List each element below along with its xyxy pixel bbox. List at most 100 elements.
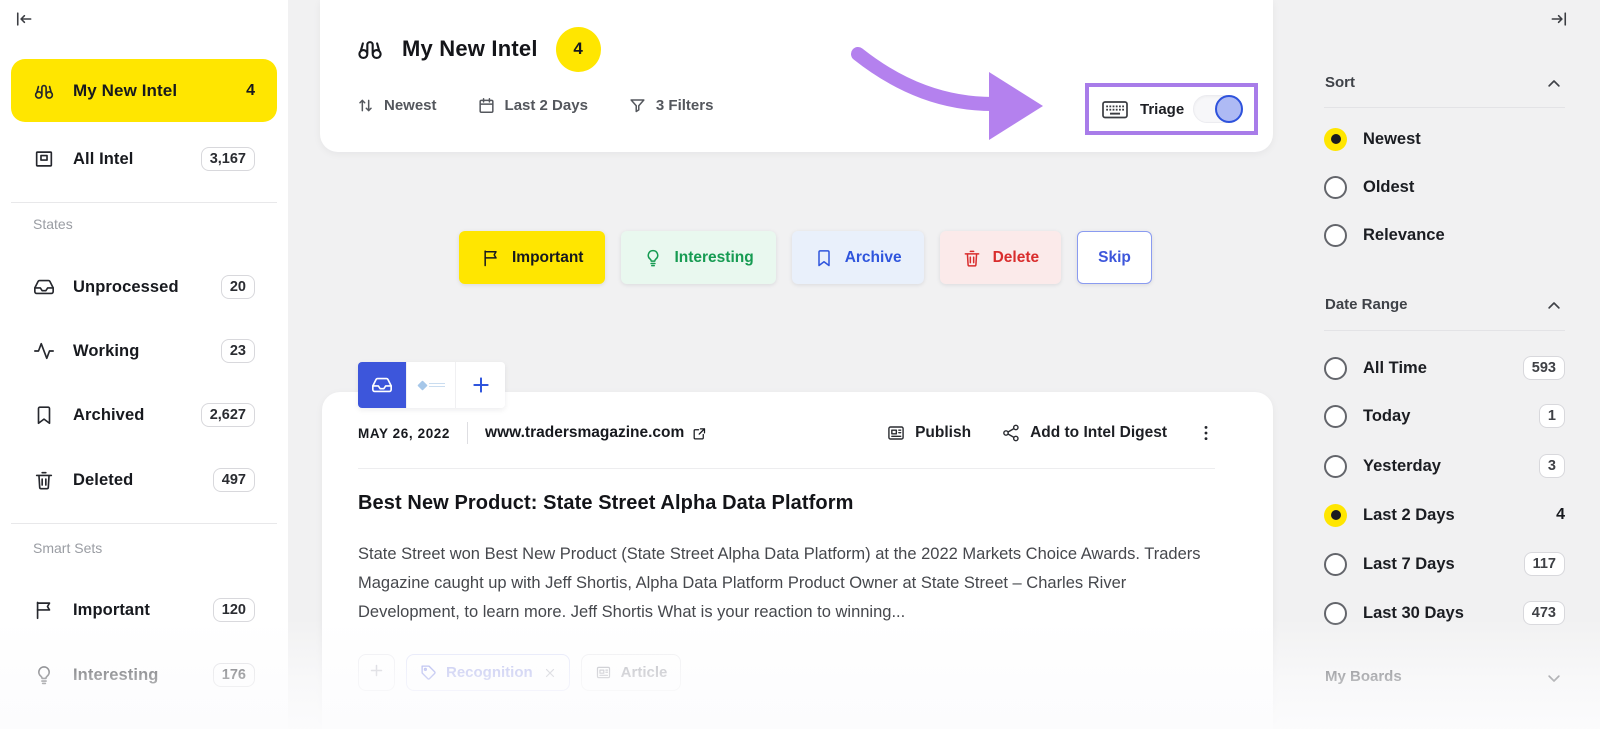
article-card: MAY 26, 2022 www.tradersmagazine.com Pub… [322, 392, 1273, 729]
delete-button[interactable]: Delete [940, 231, 1062, 284]
bookmark-icon [33, 404, 55, 426]
tab-inbox[interactable] [358, 362, 407, 408]
sidebar-item-label: Deleted [73, 471, 133, 490]
article-more-menu-button[interactable] [1197, 422, 1215, 444]
date-filter[interactable]: Last 2 Days [477, 96, 588, 115]
new-intel-count-badge: 4 [556, 27, 601, 72]
article-source-link[interactable]: www.tradersmagazine.com [485, 424, 707, 442]
filters-button-label: 3 Filters [656, 97, 714, 114]
publish-button-label: Publish [915, 424, 971, 442]
sidebar-item-interesting[interactable]: Interesting 176 [11, 652, 277, 698]
my-boards-section-label[interactable]: My Boards [1325, 668, 1402, 685]
tab-source[interactable] [407, 362, 456, 408]
date-option-last-30-days[interactable]: Last 30 Days 473 [1324, 600, 1565, 626]
inbox-icon [371, 374, 393, 396]
interesting-button-label: Interesting [674, 249, 753, 267]
count-badge: 3,167 [201, 147, 255, 171]
calendar-icon [477, 96, 496, 115]
sidebar-item-important[interactable]: Important 120 [11, 587, 277, 633]
collapse-panel-button[interactable] [1545, 7, 1573, 35]
important-button-label: Important [512, 249, 583, 267]
sidebar-item-label: Important [73, 601, 150, 620]
date-option-label: Last 7 Days [1363, 555, 1455, 574]
date-option-last-7-days[interactable]: Last 7 Days 117 [1324, 551, 1565, 577]
chevron-down-icon[interactable] [1545, 669, 1563, 687]
binoculars-icon [356, 35, 384, 63]
tag-label: Article [621, 664, 668, 681]
tag-article-type[interactable]: Article [581, 654, 682, 691]
date-range-section-label: Date Range [1325, 296, 1408, 313]
interesting-button[interactable]: Interesting [621, 231, 775, 284]
triage-label: Triage [1140, 101, 1184, 118]
count-badge: 3 [1539, 454, 1565, 478]
add-to-intel-digest-button[interactable]: Add to Intel Digest [1001, 423, 1167, 443]
add-tag-button[interactable] [358, 654, 395, 691]
collapse-sidebar-button[interactable] [10, 7, 38, 35]
chevron-up-icon[interactable] [1545, 297, 1563, 315]
date-filter-label: Last 2 Days [505, 97, 588, 114]
plus-icon [471, 375, 491, 395]
page-title: My New Intel [402, 36, 538, 62]
radio-icon [1324, 128, 1347, 151]
toggle-knob [1215, 95, 1243, 123]
sort-option-relevance[interactable]: Relevance [1324, 222, 1565, 248]
date-option-all-time[interactable]: All Time 593 [1324, 355, 1565, 381]
skip-button[interactable]: Skip [1077, 231, 1152, 284]
skip-button-label: Skip [1098, 249, 1131, 267]
count-badge: 593 [1523, 356, 1565, 380]
divider [467, 422, 468, 444]
tag-label: Recognition [446, 664, 533, 681]
flag-icon [33, 599, 55, 621]
sort-option-newest[interactable]: Newest [1324, 126, 1565, 152]
radio-icon [1324, 357, 1347, 380]
date-option-last-2-days[interactable]: Last 2 Days 4 [1324, 502, 1565, 528]
sidebar-item-archived[interactable]: Archived 2,627 [11, 392, 277, 438]
right-sidebar: Sort Newest Oldest Relevance Date Range … [1322, 0, 1565, 729]
remove-tag-icon[interactable] [544, 667, 556, 679]
important-button[interactable]: Important [459, 231, 605, 284]
sort-arrows-icon [356, 96, 375, 115]
filter-bar: Newest Last 2 Days 3 Filters [356, 96, 713, 115]
sidebar-item-unprocessed[interactable]: Unprocessed 20 [11, 264, 277, 310]
count-badge: 23 [221, 339, 255, 363]
tag-recognition[interactable]: Recognition [406, 654, 570, 691]
activity-icon [33, 340, 55, 362]
count-badge: 20 [221, 275, 255, 299]
count-badge: 117 [1524, 552, 1565, 576]
article-tag-row: Recognition Article [358, 654, 681, 691]
flag-icon [481, 248, 501, 268]
date-option-today[interactable]: Today 1 [1324, 403, 1565, 429]
sidebar-item-all-intel[interactable]: All Intel 3,167 [11, 136, 277, 182]
filters-button[interactable]: 3 Filters [628, 96, 714, 115]
share-icon [1001, 423, 1021, 443]
count-badge: 2,627 [201, 403, 255, 427]
sidebar-item-my-new-intel[interactable]: My New Intel 4 [11, 59, 277, 122]
keyboard-icon [1102, 99, 1128, 120]
publish-button[interactable]: Publish [886, 423, 971, 443]
binoculars-icon [33, 80, 55, 102]
smart-sets-section-label: Smart Sets [33, 540, 102, 556]
tab-add[interactable] [456, 362, 505, 408]
sort-option-label: Newest [1363, 130, 1421, 149]
tag-icon [420, 664, 437, 681]
sort-option-label: Relevance [1363, 226, 1445, 245]
count-badge: 473 [1523, 601, 1565, 625]
archive-button-label: Archive [845, 249, 902, 267]
count-badge: 1 [1539, 404, 1565, 428]
date-option-label: All Time [1363, 359, 1427, 378]
date-option-yesterday[interactable]: Yesterday 3 [1324, 453, 1565, 479]
sidebar-item-deleted[interactable]: Deleted 497 [11, 457, 277, 503]
archive-button[interactable]: Archive [792, 231, 924, 284]
collapse-left-icon [14, 9, 34, 34]
delete-button-label: Delete [993, 249, 1040, 267]
sidebar-item-label: Working [73, 342, 139, 361]
triage-toggle[interactable] [1193, 95, 1243, 123]
article-date: MAY 26, 2022 [358, 426, 450, 441]
archive-box-icon [33, 148, 55, 170]
sidebar-item-label: Interesting [73, 666, 158, 685]
sort-filter[interactable]: Newest [356, 96, 437, 115]
sidebar-item-working[interactable]: Working 23 [11, 328, 277, 374]
plus-icon [369, 663, 384, 683]
chevron-up-icon[interactable] [1545, 75, 1563, 93]
sort-option-oldest[interactable]: Oldest [1324, 174, 1565, 200]
